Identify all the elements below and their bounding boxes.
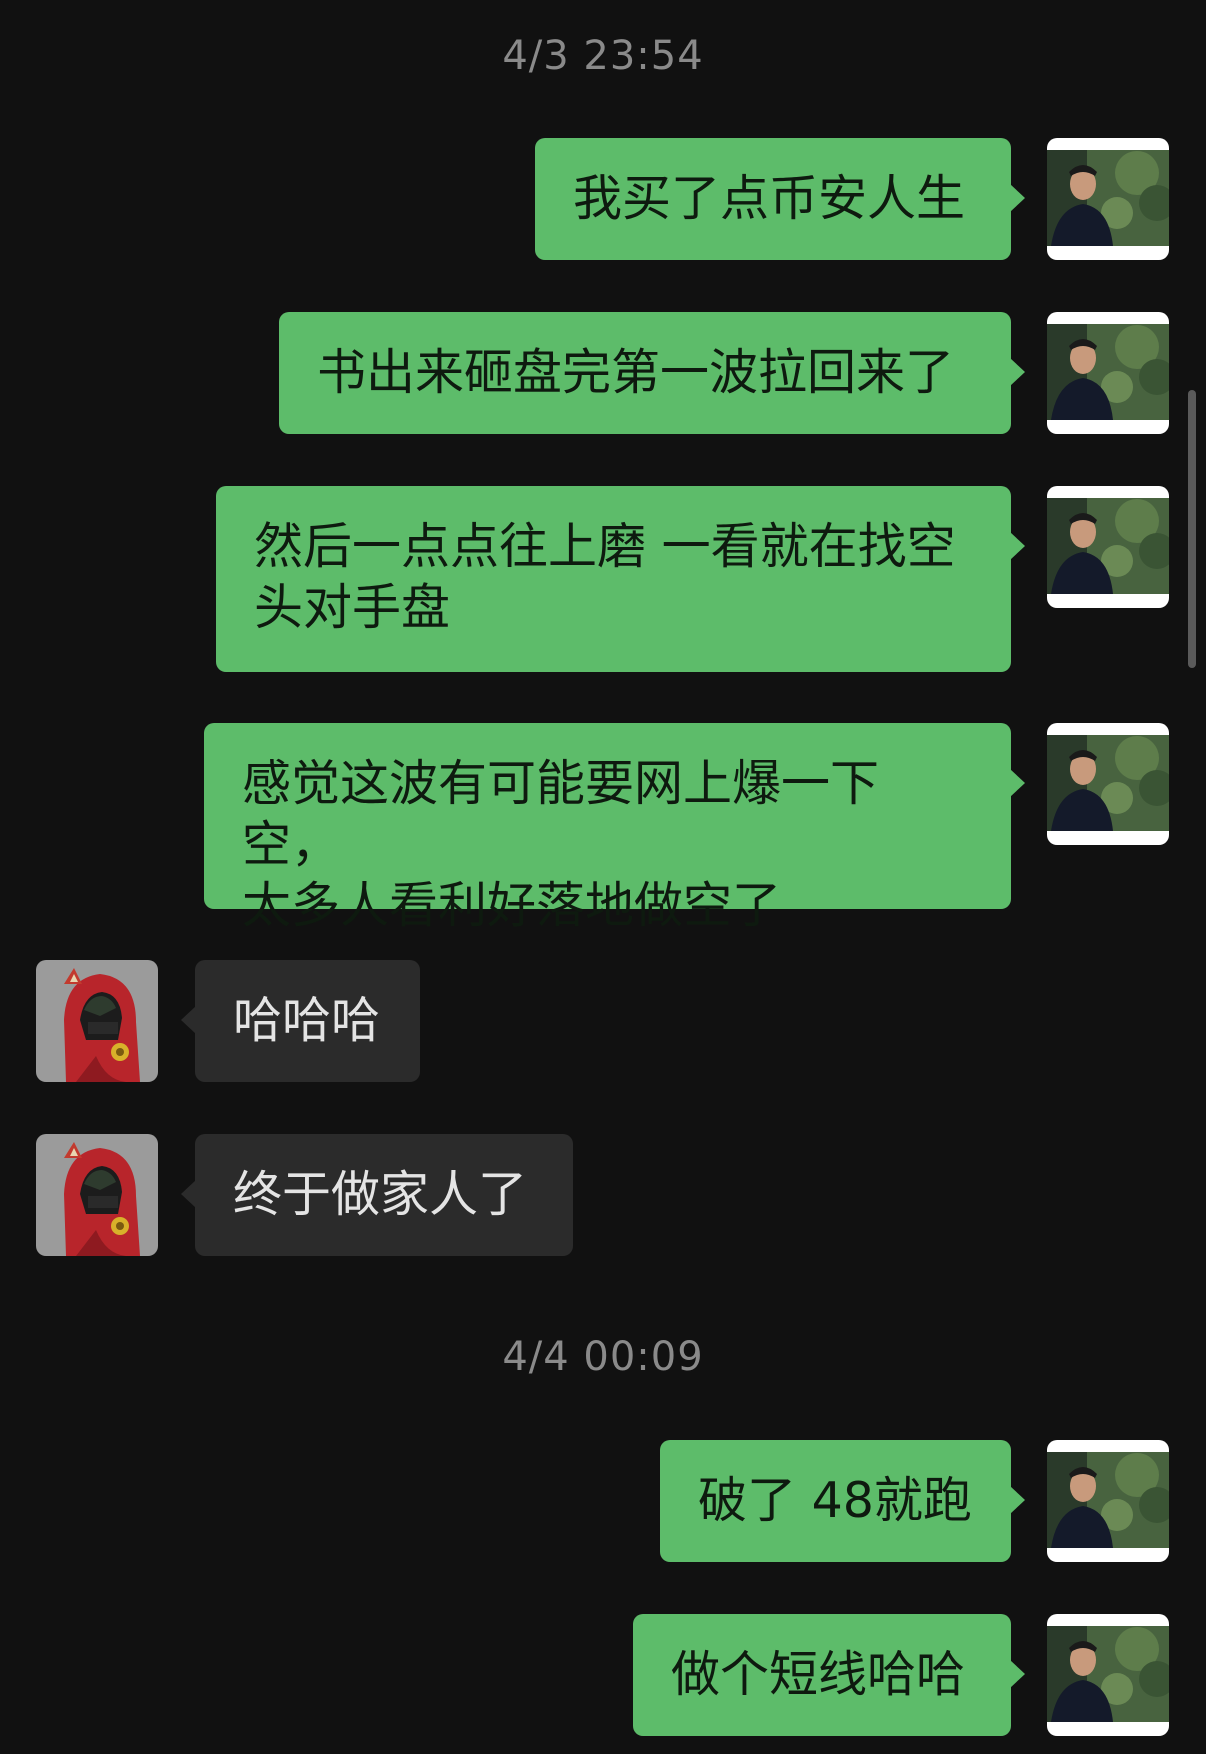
my-avatar[interactable] [1047,1614,1169,1736]
timestamp: 4/4 00:09 [502,1334,704,1380]
profile-photo-icon [1047,1614,1169,1736]
message-bubble-mine[interactable]: 做个短线哈哈 [633,1614,1025,1736]
my-avatar[interactable] [1047,138,1169,260]
message-bubble-theirs[interactable]: 哈哈哈 [181,960,420,1082]
profile-photo-icon [1047,312,1169,434]
red-hood-character-icon [36,960,158,1082]
profile-photo-icon [1047,486,1169,608]
message-bubble-mine[interactable]: 我买了点币安人生 [535,138,1025,260]
timestamp: 4/3 23:54 [502,33,704,79]
message-bubble-mine[interactable]: 破了 48就跑 [660,1440,1025,1562]
profile-photo-icon [1047,723,1169,845]
red-hood-character-icon [36,1134,158,1256]
my-avatar[interactable] [1047,723,1169,845]
chat-conversation[interactable]: 4/3 23:54 我买了点币安人生 书出来砸盘完第一波拉回来了 然后一点点往上… [0,0,1206,1754]
profile-photo-icon [1047,138,1169,260]
contact-avatar[interactable] [36,960,158,1082]
my-avatar[interactable] [1047,312,1169,434]
message-bubble-theirs[interactable]: 终于做家人了 [181,1134,573,1256]
message-bubble-mine[interactable]: 书出来砸盘完第一波拉回来了 [279,312,1025,434]
my-avatar[interactable] [1047,486,1169,608]
my-avatar[interactable] [1047,1440,1169,1562]
profile-photo-icon [1047,1440,1169,1562]
scrollbar[interactable] [1188,390,1196,668]
contact-avatar[interactable] [36,1134,158,1256]
message-bubble-mine[interactable]: 感觉这波有可能要网上爆一下空， 太多人看利好落地做空了 [204,723,1025,934]
message-bubble-mine[interactable]: 然后一点点往上磨 一看就在找空 头对手盘 [216,486,1025,672]
